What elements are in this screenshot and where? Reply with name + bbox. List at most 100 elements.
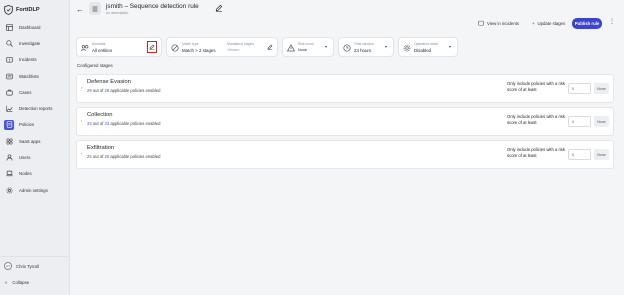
- chart-icon: [5, 105, 13, 112]
- chevron-right-icon[interactable]: ›: [81, 85, 82, 90]
- sidebar-item-label: Incidents: [19, 57, 37, 63]
- risk-threshold-note: Only include policies with a risk score …: [507, 114, 565, 125]
- sidebar-item-saas-apps[interactable]: SaaS apps: [0, 133, 70, 149]
- incidents-icon: [5, 57, 13, 63]
- collapse-button[interactable]: « Collapse: [5, 280, 29, 285]
- stage-card-collection[interactable]: › Collection 33 out of 33 applicable pol…: [76, 107, 614, 136]
- match-type-card: Match type Match > 2 stages Mandatory st…: [166, 37, 278, 57]
- list-icon: [92, 6, 98, 11]
- sidebar-item-dashboard[interactable]: Dashboard: [0, 19, 70, 35]
- sidebar-item-label: Nodes: [19, 171, 32, 177]
- time-window-value: 24 hours: [354, 48, 372, 53]
- risk-threshold-note: Only include policies with a risk score …: [507, 81, 565, 92]
- time-window-card[interactable]: Time window 24 hours ▾: [338, 37, 394, 57]
- dashboard-icon: [5, 23, 13, 31]
- list-menu-button[interactable]: [89, 2, 101, 15]
- update-stages-label: Update stages: [537, 20, 566, 26]
- risk-score-card[interactable]: Risk score None ▾: [282, 37, 334, 57]
- sidebar-nav: Dashboard Investigate Incidents Watchlis…: [0, 19, 70, 198]
- search-icon: [5, 40, 13, 47]
- chevron-right-icon[interactable]: ›: [81, 151, 82, 156]
- watchlist-icon: [5, 73, 13, 79]
- annotate-card: Annotate All entities: [76, 37, 162, 57]
- sidebar-item-label: Cases: [19, 89, 32, 95]
- user-profile[interactable]: CT Chris Tyrrall: [4, 262, 39, 270]
- edit-match-type-button[interactable]: [265, 41, 275, 53]
- sidebar-item-users[interactable]: Users: [0, 149, 70, 165]
- clock-icon: [343, 44, 351, 52]
- annotate-value: All entities: [92, 48, 113, 53]
- chevron-down-icon: ▾: [449, 44, 452, 49]
- operation-mode-label: Operation mode: [414, 42, 439, 46]
- risk-score-label: Risk score: [298, 42, 314, 46]
- avatar: CT: [4, 262, 12, 270]
- briefcase-icon: [5, 89, 13, 96]
- annotate-label: Annotate: [92, 42, 106, 46]
- risk-score-input[interactable]: 0: [568, 149, 591, 160]
- severity-badge: None: [594, 116, 609, 127]
- configured-stages-heading: Configured stages: [77, 63, 113, 68]
- more-options-icon[interactable]: ⋮: [609, 18, 615, 25]
- laptop-icon: [5, 171, 13, 177]
- time-window-label: Time window: [354, 42, 374, 46]
- sidebar-item-label: Users: [19, 155, 31, 161]
- sidebar-item-label: Admin settings: [19, 187, 48, 193]
- stage-policy-count: 29 out of 29 applicable policies enabled: [87, 88, 161, 93]
- stage-policy-count: 25 out of 25 applicable policies enabled: [87, 154, 161, 159]
- edit-title-pencil-icon[interactable]: [215, 4, 223, 12]
- risk-score-input[interactable]: 0: [568, 116, 591, 127]
- stage-card-defense-evasion[interactable]: › Defense Evasion 29 out of 29 applicabl…: [76, 74, 614, 103]
- edit-annotate-button[interactable]: [147, 41, 157, 53]
- shield-icon: [4, 5, 13, 15]
- match-type-value: Match > 2 stages: [182, 48, 216, 53]
- operation-mode-card[interactable]: Operation mode Disabled ▾: [398, 37, 458, 57]
- sidebar-item-label: Detection reports: [19, 106, 53, 112]
- match-icon: [171, 44, 179, 52]
- sidebar-item-label: SaaS apps: [19, 138, 41, 144]
- stage-card-exfiltration[interactable]: › Exfiltration 25 out of 25 applicable p…: [76, 140, 614, 169]
- risk-threshold-note: Only include policies with a risk score …: [507, 147, 565, 158]
- chevron-down-icon: ▾: [325, 44, 328, 49]
- pencil-icon: [149, 44, 155, 50]
- stage-name: Defense Evasion: [87, 79, 131, 85]
- publish-rule-button[interactable]: Publish rule: [572, 18, 602, 29]
- entities-icon: [81, 45, 89, 52]
- sidebar-item-incidents[interactable]: Incidents: [0, 52, 70, 68]
- operation-mode-value: Disabled: [414, 48, 432, 53]
- update-stages-button[interactable]: + Update stages: [532, 18, 565, 28]
- stage-policy-count: 33 out of 33 applicable policies enabled: [87, 121, 161, 126]
- mandatory-stages-value: <None>: [227, 48, 240, 52]
- app-name: FortiDLP: [16, 7, 40, 13]
- page-title: jsmith – Sequence detection rule: [106, 3, 199, 10]
- sidebar-item-cases[interactable]: Cases: [0, 84, 70, 100]
- sidebar-item-label: Investigate: [19, 40, 41, 46]
- pencil-icon: [267, 44, 273, 50]
- sidebar-item-investigate[interactable]: Investigate: [0, 35, 70, 51]
- risk-score-value: None: [298, 48, 308, 52]
- risk-score-input[interactable]: 0: [568, 83, 591, 94]
- policy-icon: [6, 121, 12, 129]
- back-arrow-icon[interactable]: ←: [76, 5, 86, 15]
- stage-name: Collection: [87, 112, 113, 118]
- apps-icon: [5, 138, 13, 145]
- sidebar-item-nodes[interactable]: Nodes: [0, 166, 70, 182]
- sidebar-item-detection-reports[interactable]: Detection reports: [0, 100, 70, 116]
- sidebar-item-label: Watchlists: [19, 73, 39, 79]
- gear-icon: [6, 187, 12, 194]
- match-type-label: Match type: [182, 42, 199, 46]
- sidebar-item-watchlists[interactable]: Watchlists: [0, 68, 70, 84]
- page-header: ← jsmith – Sequence detection rule no de…: [70, 0, 624, 34]
- plus-icon: +: [532, 20, 535, 26]
- stage-name: Exfiltration: [87, 145, 115, 151]
- chevron-right-icon[interactable]: ›: [81, 118, 82, 123]
- user-icon: [6, 154, 12, 161]
- sidebar-item-policies[interactable]: Policies: [0, 117, 70, 133]
- incidents-icon: [478, 20, 484, 26]
- warning-icon: [287, 44, 295, 52]
- page-subtitle: no description: [106, 11, 129, 15]
- view-in-incidents-button[interactable]: View in incidents: [478, 18, 519, 28]
- sidebar-divider: [0, 256, 70, 257]
- sidebar-item-label: Dashboard: [19, 24, 41, 30]
- sidebar-item-label: Policies: [19, 122, 35, 128]
- sidebar-item-admin-settings[interactable]: Admin settings: [0, 182, 70, 198]
